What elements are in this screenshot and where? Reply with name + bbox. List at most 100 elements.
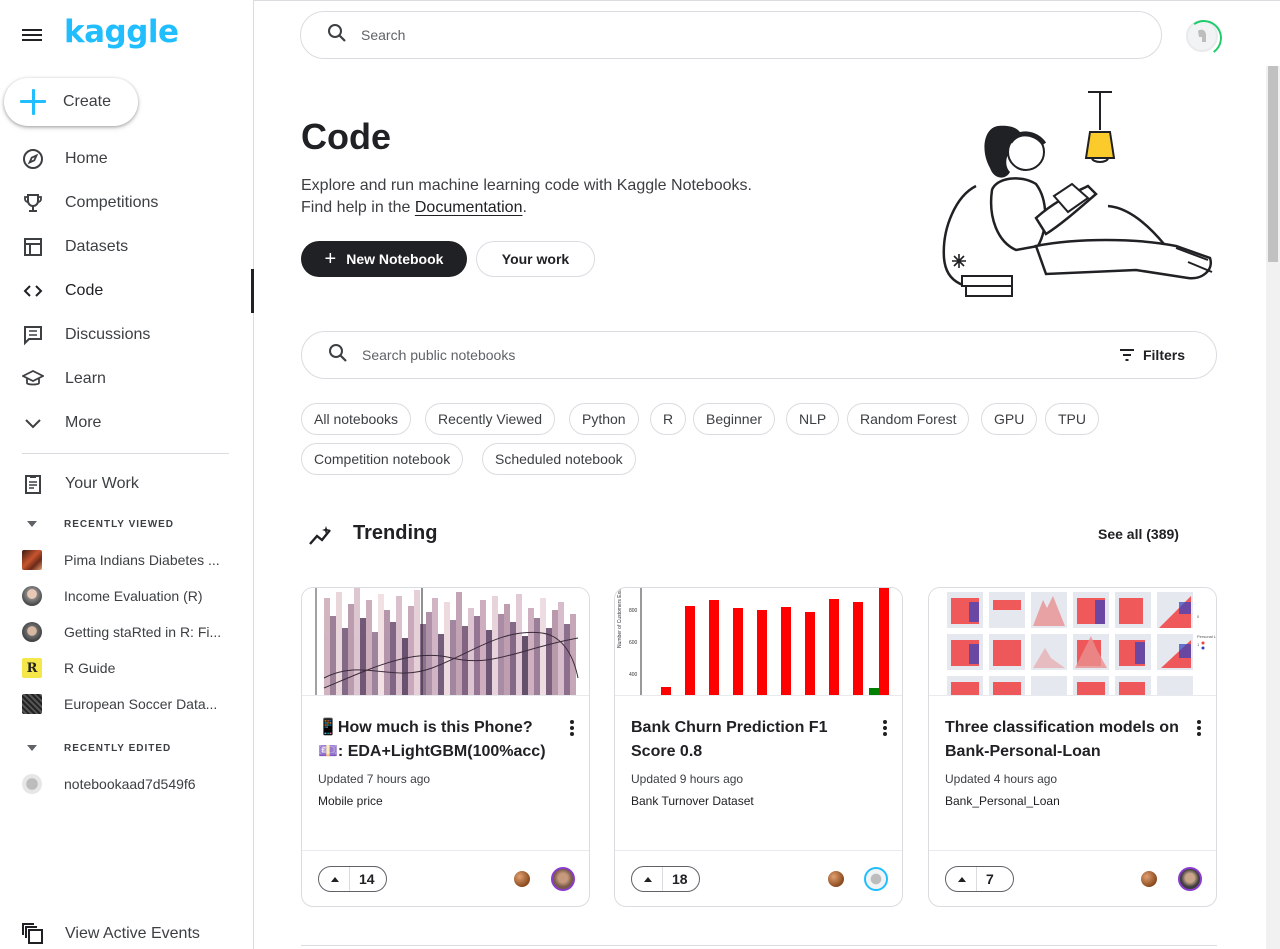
notebook-updated: Updated 7 hours ago	[318, 772, 431, 786]
author-avatar[interactable]	[1178, 867, 1202, 891]
chip-r[interactable]: R	[650, 403, 687, 435]
svg-text:Personal Loan: Personal Loan	[1197, 634, 1217, 639]
chip-random-forest[interactable]: Random Forest	[847, 403, 970, 435]
notebook-card[interactable]: 📱How much is this Phone?💷: EDA+LightGBM(…	[301, 587, 590, 907]
section-label: RECENTLY VIEWED	[64, 518, 175, 530]
chip-tpu[interactable]: TPU	[1045, 403, 1099, 435]
chip-gpu[interactable]: GPU	[981, 403, 1038, 435]
kaggle-logo[interactable]: kaggle	[64, 14, 179, 50]
notebook-title[interactable]: 📱How much is this Phone?💷: EDA+LightGBM(…	[318, 716, 556, 764]
bronze-medal-icon	[514, 871, 530, 887]
author-avatar[interactable]	[551, 867, 575, 891]
create-button[interactable]: Create	[4, 78, 138, 126]
site-search-input[interactable]: Search	[300, 11, 1162, 59]
svg-text:Number of Customers Exited: Number of Customers Exited	[617, 588, 623, 648]
recent-item[interactable]: European Soccer Data...	[0, 686, 254, 722]
see-all-link[interactable]: See all (389)	[1098, 526, 1179, 542]
view-active-events-label: View Active Events	[65, 925, 200, 942]
notebook-search-input[interactable]: Search public notebooks Filters	[301, 331, 1217, 379]
page-description: Explore and run machine learning code wi…	[301, 175, 752, 219]
page-description-line: Explore and run machine learning code wi…	[301, 177, 752, 194]
notebook-title[interactable]: Three classification models on Bank-Pers…	[945, 716, 1183, 764]
sidebar-nav: Home Competitions Datasets Code Discussi…	[0, 137, 254, 445]
code-icon	[22, 280, 44, 302]
notebook-source[interactable]: Bank Turnover Dataset	[631, 794, 754, 808]
user-avatar[interactable]	[1186, 20, 1218, 52]
notebook-source[interactable]: Bank_Personal_Loan	[945, 794, 1060, 808]
r-logo-icon: R	[22, 658, 42, 678]
recent-item-label: notebookaad7d549f6	[64, 776, 196, 792]
recent-item[interactable]: R R Guide	[0, 650, 254, 686]
upvote-button[interactable]: 7	[945, 866, 1014, 892]
card-divider	[615, 850, 902, 851]
upvote-arrow-icon	[958, 876, 966, 882]
sidebar-item-home[interactable]: Home	[0, 137, 254, 181]
upvote-button[interactable]: 18	[631, 866, 700, 892]
chip-recently-viewed[interactable]: Recently Viewed	[425, 403, 556, 435]
recent-item[interactable]: Income Evaluation (R)	[0, 578, 254, 614]
recent-item[interactable]: notebookaad7d549f6	[0, 766, 254, 802]
recent-item[interactable]: Getting staRted in R: Fi...	[0, 614, 254, 650]
bronze-medal-icon	[1141, 871, 1157, 887]
sidebar-item-label: More	[65, 414, 102, 431]
trending-icon	[309, 526, 331, 545]
recent-item-label: Getting staRted in R: Fi...	[64, 624, 222, 640]
view-active-events-link[interactable]: View Active Events	[0, 912, 254, 949]
svg-text:800: 800	[629, 608, 638, 614]
sidebar-item-discussions[interactable]: Discussions	[0, 313, 254, 357]
more-options-icon[interactable]	[1191, 718, 1207, 738]
sidebar-item-label: Your Work	[65, 475, 139, 492]
your-work-button[interactable]: Your work	[476, 241, 595, 277]
filters-label: Filters	[1142, 347, 1185, 363]
author-avatar[interactable]	[864, 867, 888, 891]
filters-button[interactable]: Filters	[1119, 347, 1185, 363]
user-avatar-image	[1198, 29, 1206, 42]
sidebar-item-code[interactable]: Code	[0, 269, 254, 313]
notebook-preview-image: Personal Loan 0 1	[929, 588, 1217, 696]
more-options-icon[interactable]	[564, 718, 580, 738]
sidebar-item-learn[interactable]: Learn	[0, 357, 254, 401]
documentation-link[interactable]: Documentation	[415, 199, 523, 216]
table-icon	[22, 236, 44, 258]
chip-all-notebooks[interactable]: All notebooks	[301, 403, 412, 435]
notebook-card[interactable]: Number of Customers Exited 800 600 400 B…	[614, 587, 903, 907]
upvote-button[interactable]: 14	[318, 866, 387, 892]
notebook-title[interactable]: Bank Churn Prediction F1 Score 0.8	[631, 716, 869, 764]
hero-illustration	[942, 91, 1213, 297]
author-avatar	[22, 586, 42, 606]
chip-competition-notebook[interactable]: Competition notebook	[301, 443, 464, 475]
caret-down-icon	[27, 745, 37, 751]
chip-scheduled-notebook[interactable]: Scheduled notebook	[482, 443, 636, 475]
recently-viewed-toggle[interactable]: RECENTLY VIEWED	[0, 514, 254, 534]
sidebar-item-more[interactable]: More	[0, 401, 254, 445]
sidebar-item-competitions[interactable]: Competitions	[0, 181, 254, 225]
new-notebook-button[interactable]: + New Notebook	[301, 241, 467, 277]
create-label: Create	[63, 93, 112, 110]
section-label: RECENTLY EDITED	[64, 742, 172, 754]
description-text: Find help in the	[301, 199, 415, 216]
filter-icon	[1119, 349, 1134, 361]
recent-item[interactable]: Pima Indians Diabetes ...	[0, 542, 254, 578]
recent-item-label: Income Evaluation (R)	[64, 588, 203, 604]
plus-icon: +	[324, 248, 337, 270]
page-title: Code	[301, 116, 391, 157]
notebook-card[interactable]: Personal Loan 0 1 Three classification m…	[928, 587, 1217, 907]
chip-nlp[interactable]: NLP	[786, 403, 840, 435]
description-text: .	[522, 199, 527, 216]
hamburger-menu-icon[interactable]	[22, 26, 44, 44]
chip-beginner[interactable]: Beginner	[693, 403, 776, 435]
notebook-thumbnail	[22, 550, 42, 570]
sidebar-item-datasets[interactable]: Datasets	[0, 225, 254, 269]
sidebar-item-your-work[interactable]: Your Work	[0, 462, 254, 506]
notebook-source[interactable]: Mobile price	[318, 794, 383, 808]
search-icon	[328, 343, 348, 368]
recently-edited-toggle[interactable]: RECENTLY EDITED	[0, 738, 254, 758]
sidebar-item-label: Home	[65, 150, 108, 167]
chat-icon	[22, 324, 44, 346]
bronze-medal-icon	[828, 871, 844, 887]
scrollbar-thumb[interactable]	[1268, 66, 1278, 262]
chip-python[interactable]: Python	[569, 403, 639, 435]
page-scrollbar[interactable]	[1266, 66, 1280, 949]
notebook-search-placeholder: Search public notebooks	[362, 347, 516, 363]
more-options-icon[interactable]	[877, 718, 893, 738]
